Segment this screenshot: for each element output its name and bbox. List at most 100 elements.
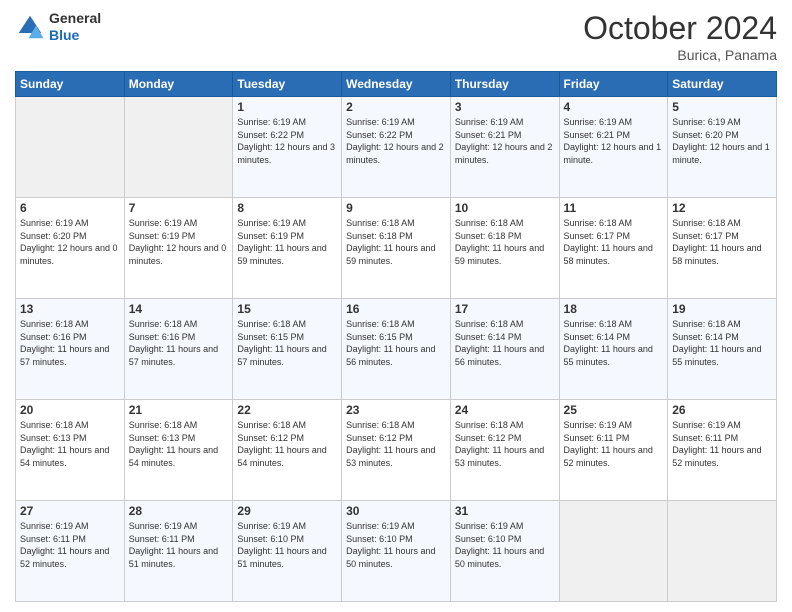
day-number: 17 (455, 302, 555, 316)
calendar-cell: 3Sunrise: 6:19 AM Sunset: 6:21 PM Daylig… (450, 97, 559, 198)
calendar-cell: 6 Sunrise: 6:19 AM Sunset: 6:20 PM Daylig… (16, 198, 125, 299)
calendar-cell: 5Sunrise: 6:19 AM Sunset: 6:20 PM Daylig… (668, 97, 777, 198)
day-number: 16 (346, 302, 446, 316)
day-number: 13 (20, 302, 120, 316)
day-number: 9 (346, 201, 446, 215)
day-info: Sunrise: 6:19 AM Sunset: 6:22 PM Dayligh… (346, 116, 446, 166)
calendar-cell: 17 Sunrise: 6:18 AM Sunset: 6:14 PM Dayli… (450, 299, 559, 400)
calendar-cell: 31 Sunrise: 6:19 AM Sunset: 6:10 PM Dayli… (450, 501, 559, 602)
day-info: Sunrise: 6:18 AM Sunset: 6:16 PM Dayligh… (129, 318, 229, 368)
day-info: Sunrise: 6:18 AM Sunset: 6:18 PM Dayligh… (346, 217, 446, 267)
day-info: Sunrise: 6:18 AM Sunset: 6:12 PM Dayligh… (455, 419, 555, 469)
calendar-cell: 21 Sunrise: 6:18 AM Sunset: 6:13 PM Dayli… (124, 400, 233, 501)
day-info: Sunrise: 6:19 AM Sunset: 6:11 PM Dayligh… (672, 419, 772, 469)
calendar-cell: 4Sunrise: 6:19 AM Sunset: 6:21 PM Daylig… (559, 97, 668, 198)
calendar-cell: 2 Sunrise: 6:19 AM Sunset: 6:22 PM Daylig… (342, 97, 451, 198)
logo: General Blue (15, 10, 101, 44)
calendar-week-2: 6 Sunrise: 6:19 AM Sunset: 6:20 PM Daylig… (16, 198, 777, 299)
day-info: Sunrise: 6:19 AM Sunset: 6:19 PM Dayligh… (237, 217, 337, 267)
calendar-week-5: 27 Sunrise: 6:19 AM Sunset: 6:11 PM Dayli… (16, 501, 777, 602)
day-info: Sunrise: 6:19 AM Sunset: 6:11 PM Dayligh… (564, 419, 664, 469)
calendar-header-row: SundayMondayTuesdayWednesdayThursdayFrid… (16, 72, 777, 97)
calendar-cell: 27 Sunrise: 6:19 AM Sunset: 6:11 PM Dayli… (16, 501, 125, 602)
day-number: 8 (237, 201, 337, 215)
calendar-cell (559, 501, 668, 602)
calendar-header-thursday: Thursday (450, 72, 559, 97)
title-area: October 2024 Burica, Panama (583, 10, 777, 63)
calendar-cell: 18 Sunrise: 6:18 AM Sunset: 6:14 PM Dayli… (559, 299, 668, 400)
logo-general: General (49, 10, 101, 27)
calendar-week-3: 13 Sunrise: 6:18 AM Sunset: 6:16 PM Dayli… (16, 299, 777, 400)
day-info: Sunrise: 6:19 AM Sunset: 6:11 PM Dayligh… (20, 520, 120, 570)
day-number: 31 (455, 504, 555, 518)
calendar-cell: 8 Sunrise: 6:19 AM Sunset: 6:19 PM Daylig… (233, 198, 342, 299)
day-info: Sunrise: 6:18 AM Sunset: 6:16 PM Dayligh… (20, 318, 120, 368)
calendar-cell: 1 Sunrise: 6:19 AM Sunset: 6:22 PM Daylig… (233, 97, 342, 198)
day-number: 11 (564, 201, 664, 215)
day-number: 20 (20, 403, 120, 417)
day-info: Sunrise: 6:18 AM Sunset: 6:14 PM Dayligh… (455, 318, 555, 368)
day-number: 4 (564, 100, 664, 114)
day-number: 6 (20, 201, 120, 215)
day-info: Sunrise: 6:18 AM Sunset: 6:18 PM Dayligh… (455, 217, 555, 267)
logo-icon (15, 12, 45, 42)
day-info: Sunrise: 6:18 AM Sunset: 6:17 PM Dayligh… (564, 217, 664, 267)
logo-blue: Blue (49, 27, 101, 44)
calendar-cell: 9 Sunrise: 6:18 AM Sunset: 6:18 PM Daylig… (342, 198, 451, 299)
calendar-cell: 15Sunrise: 6:18 AM Sunset: 6:15 PM Dayli… (233, 299, 342, 400)
day-number: 3 (455, 100, 555, 114)
day-info: Sunrise: 6:18 AM Sunset: 6:14 PM Dayligh… (564, 318, 664, 368)
day-number: 22 (237, 403, 337, 417)
calendar-cell (16, 97, 125, 198)
day-number: 1 (237, 100, 337, 114)
day-info: Sunrise: 6:18 AM Sunset: 6:12 PM Dayligh… (237, 419, 337, 469)
day-number: 10 (455, 201, 555, 215)
day-info: Sunrise: 6:19 AM Sunset: 6:10 PM Dayligh… (346, 520, 446, 570)
day-info: Sunrise: 6:18 AM Sunset: 6:13 PM Dayligh… (20, 419, 120, 469)
calendar-week-1: 1 Sunrise: 6:19 AM Sunset: 6:22 PM Daylig… (16, 97, 777, 198)
calendar-table: SundayMondayTuesdayWednesdayThursdayFrid… (15, 71, 777, 602)
calendar-cell: 24 Sunrise: 6:18 AM Sunset: 6:12 PM Dayli… (450, 400, 559, 501)
day-info: Sunrise: 6:19 AM Sunset: 6:19 PM Dayligh… (129, 217, 229, 267)
day-number: 19 (672, 302, 772, 316)
calendar-cell (668, 501, 777, 602)
calendar-cell: 25Sunrise: 6:19 AM Sunset: 6:11 PM Dayli… (559, 400, 668, 501)
day-number: 12 (672, 201, 772, 215)
calendar-cell: 12 Sunrise: 6:18 AM Sunset: 6:17 PM Dayli… (668, 198, 777, 299)
calendar-header-sunday: Sunday (16, 72, 125, 97)
day-number: 28 (129, 504, 229, 518)
logo-text: General Blue (49, 10, 101, 44)
day-info: Sunrise: 6:18 AM Sunset: 6:13 PM Dayligh… (129, 419, 229, 469)
day-number: 2 (346, 100, 446, 114)
day-info: Sunrise: 6:18 AM Sunset: 6:12 PM Dayligh… (346, 419, 446, 469)
day-info: Sunrise: 6:19 AM Sunset: 6:22 PM Dayligh… (237, 116, 337, 166)
calendar-cell: 14 Sunrise: 6:18 AM Sunset: 6:16 PM Dayli… (124, 299, 233, 400)
day-info: Sunrise: 6:19 AM Sunset: 6:10 PM Dayligh… (237, 520, 337, 570)
calendar-cell: 23 Sunrise: 6:18 AM Sunset: 6:12 PM Dayli… (342, 400, 451, 501)
day-number: 14 (129, 302, 229, 316)
day-number: 24 (455, 403, 555, 417)
calendar-header-wednesday: Wednesday (342, 72, 451, 97)
calendar-cell: 11 Sunrise: 6:18 AM Sunset: 6:17 PM Dayli… (559, 198, 668, 299)
day-info: Sunrise: 6:19 AM Sunset: 6:10 PM Dayligh… (455, 520, 555, 570)
day-info: Sunrise: 6:19 AM Sunset: 6:20 PM Dayligh… (20, 217, 120, 267)
calendar-cell: 19Sunrise: 6:18 AM Sunset: 6:14 PM Dayli… (668, 299, 777, 400)
calendar-cell: 28 Sunrise: 6:19 AM Sunset: 6:11 PM Dayli… (124, 501, 233, 602)
day-number: 7 (129, 201, 229, 215)
header: General Blue October 2024 Burica, Panama (15, 10, 777, 63)
location: Burica, Panama (583, 47, 777, 63)
month-title: October 2024 (583, 10, 777, 47)
day-info: Sunrise: 6:19 AM Sunset: 6:11 PM Dayligh… (129, 520, 229, 570)
calendar-header-tuesday: Tuesday (233, 72, 342, 97)
day-number: 21 (129, 403, 229, 417)
day-number: 18 (564, 302, 664, 316)
page: General Blue October 2024 Burica, Panama… (0, 0, 792, 612)
calendar-header-saturday: Saturday (668, 72, 777, 97)
day-info: Sunrise: 6:18 AM Sunset: 6:17 PM Dayligh… (672, 217, 772, 267)
day-number: 27 (20, 504, 120, 518)
calendar-header-monday: Monday (124, 72, 233, 97)
day-number: 23 (346, 403, 446, 417)
day-number: 30 (346, 504, 446, 518)
calendar-cell: 29Sunrise: 6:19 AM Sunset: 6:10 PM Dayli… (233, 501, 342, 602)
calendar-cell: 20 Sunrise: 6:18 AM Sunset: 6:13 PM Dayli… (16, 400, 125, 501)
